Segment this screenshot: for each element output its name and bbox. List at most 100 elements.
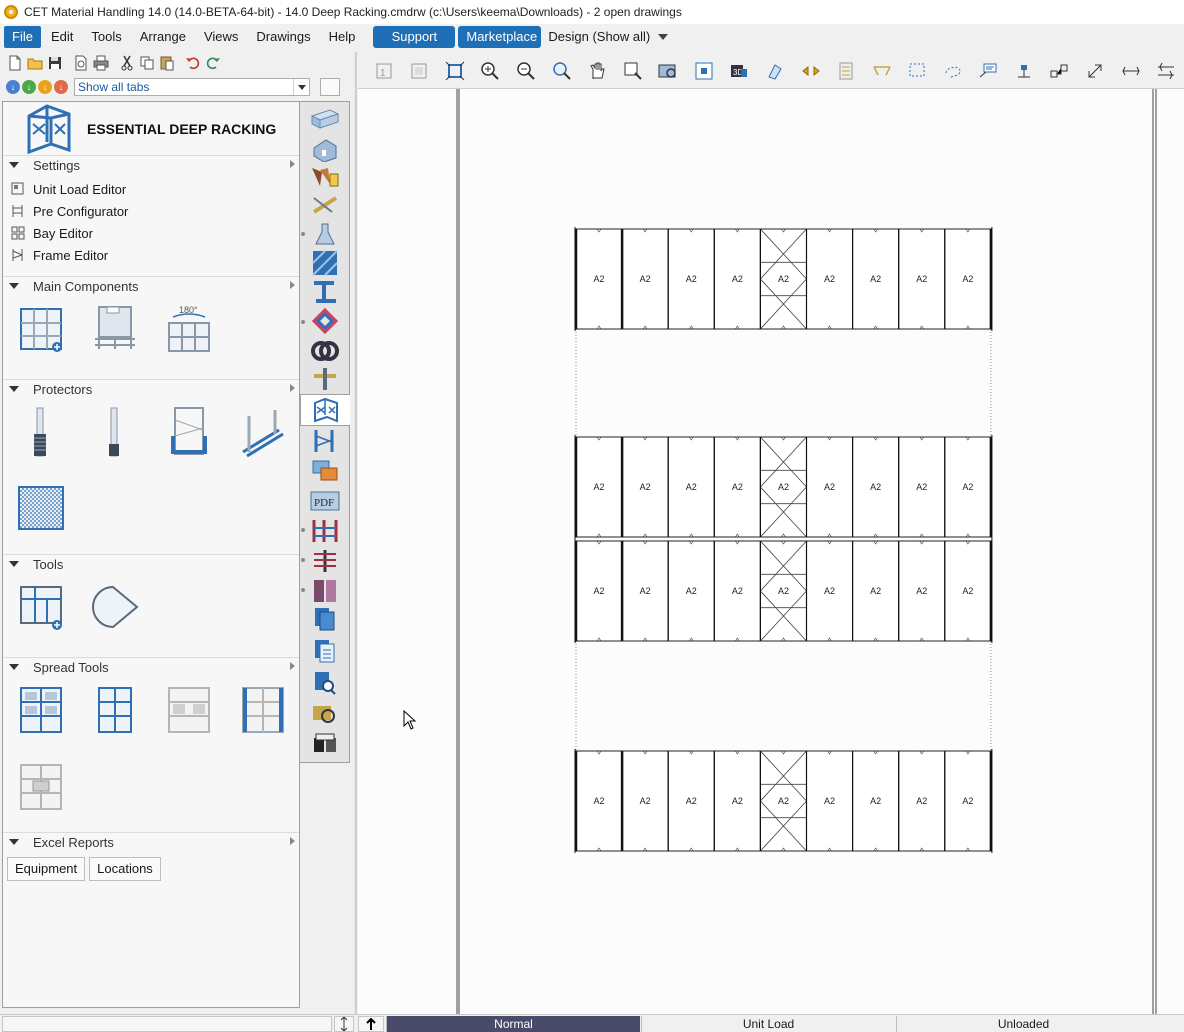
resize-vertical-icon[interactable]	[334, 1016, 354, 1032]
tree-view-icon[interactable]	[320, 78, 340, 96]
mesh-panel-icon[interactable]	[17, 483, 65, 535]
status-load-state[interactable]: Unloaded	[896, 1016, 1150, 1032]
shape-tool-icon[interactable]	[91, 581, 139, 633]
connect-icon[interactable]	[1042, 56, 1078, 86]
tab-images-icon[interactable]	[304, 456, 346, 486]
section-spread-tools[interactable]: Spread Tools	[3, 658, 299, 676]
pan-icon[interactable]	[579, 56, 615, 86]
align-icon[interactable]	[1006, 56, 1042, 86]
menu-file[interactable]: File	[4, 26, 41, 48]
upright-protector-icon[interactable]	[17, 406, 65, 458]
stretch-icon[interactable]	[1113, 56, 1149, 86]
tab-doors-icon[interactable]	[304, 576, 346, 606]
tabs-filter-select[interactable]: Show all tabs	[74, 78, 310, 96]
unit-load-editor-item[interactable]: Unit Load Editor	[3, 178, 299, 200]
equipment-report-button[interactable]: Equipment	[7, 857, 86, 881]
new-file-icon[interactable]	[6, 54, 24, 72]
drawing-canvas[interactable]: A2 A2 A2 A2 A2 A2 A2 A2 A2 A2 A2 A2 A2 A2 A2 A2 A2 A2 A2 A2…	[358, 88, 1184, 1015]
tab-documents-icon[interactable]	[304, 604, 346, 634]
3d-view-icon[interactable]: 3D	[722, 56, 758, 86]
annotation-icon[interactable]	[971, 56, 1007, 86]
spread-frame-icon[interactable]	[239, 684, 287, 736]
section-tools[interactable]: Tools	[3, 555, 299, 573]
section-protectors[interactable]: Protectors	[3, 380, 299, 398]
tab-lab-icon[interactable]	[304, 220, 346, 250]
tab-pallet-rack-icon[interactable]	[304, 516, 346, 546]
tab-fixture-icon[interactable]	[304, 364, 346, 394]
menu-views[interactable]: Views	[196, 26, 246, 48]
print-preview-icon[interactable]	[72, 54, 90, 72]
render-icon[interactable]	[757, 56, 793, 86]
lasso-select-icon[interactable]	[935, 56, 971, 86]
open-folder-icon[interactable]	[26, 54, 44, 72]
frame-editor-item[interactable]: Frame Editor	[3, 244, 299, 266]
dimension-icon[interactable]	[864, 56, 900, 86]
tab-inspect-icon[interactable]	[304, 700, 346, 730]
menu-tools[interactable]: Tools	[83, 26, 129, 48]
paste-icon[interactable]	[158, 54, 176, 72]
tab-search-docs-icon[interactable]	[304, 668, 346, 698]
spread-unit-load-icon[interactable]	[17, 761, 65, 813]
zoom-extents-icon[interactable]	[437, 56, 473, 86]
tab-pdf-icon[interactable]: PDF	[304, 486, 346, 516]
print-icon[interactable]	[92, 54, 110, 72]
pre-configurator-item[interactable]: Pre Configurator	[3, 200, 299, 222]
zoom-in-icon[interactable]	[473, 56, 509, 86]
save-icon[interactable]	[46, 54, 64, 72]
tab-connectors-icon[interactable]	[304, 306, 346, 336]
guard-rail-icon[interactable]	[239, 406, 287, 458]
zoom-selection-icon[interactable]	[615, 56, 651, 86]
tab-beam-icon[interactable]	[304, 278, 346, 308]
locations-report-button[interactable]: Locations	[89, 857, 161, 881]
arrow-up-icon[interactable]	[358, 1016, 384, 1032]
menu-edit[interactable]: Edit	[43, 26, 81, 48]
section-main-components[interactable]: Main Components	[3, 277, 299, 295]
copy-icon[interactable]	[138, 54, 156, 72]
tab-deep-racking-icon[interactable]	[300, 394, 350, 426]
tab-walls-icon[interactable]	[304, 104, 346, 134]
menu-help[interactable]: Help	[321, 26, 364, 48]
select-group-icon[interactable]	[402, 56, 438, 86]
tab-pattern-icon[interactable]	[304, 248, 346, 278]
status-mode[interactable]: Normal	[386, 1016, 640, 1032]
low-protector-icon[interactable]	[91, 406, 139, 458]
layout-tool-icon[interactable]	[17, 581, 65, 633]
frame-protector-icon[interactable]	[165, 406, 213, 458]
unit-load-component-icon[interactable]	[91, 303, 139, 355]
undo-icon[interactable]	[184, 54, 202, 72]
tab-view-icon[interactable]	[304, 730, 346, 760]
section-settings[interactable]: Settings	[3, 156, 299, 174]
menu-drawings[interactable]: Drawings	[248, 26, 318, 48]
zoom-out-icon[interactable]	[508, 56, 544, 86]
zoom-window-icon[interactable]	[544, 56, 580, 86]
rack-component-icon[interactable]	[17, 303, 65, 355]
spread-rack-icon[interactable]	[17, 684, 65, 736]
layers-icon[interactable]	[828, 56, 864, 86]
distribute-icon[interactable]	[1148, 56, 1184, 86]
support-button[interactable]: Support	[373, 26, 456, 48]
rectangle-select-icon[interactable]	[899, 56, 935, 86]
nav-down-orange-icon[interactable]: ↓	[38, 80, 52, 94]
spread-level-icon[interactable]	[165, 684, 213, 736]
cut-icon[interactable]	[118, 54, 136, 72]
camera-view-icon[interactable]	[651, 56, 687, 86]
measure-icon[interactable]	[793, 56, 829, 86]
nav-down-icon[interactable]: ↓	[6, 80, 20, 94]
bay-editor-item[interactable]: Bay Editor	[3, 222, 299, 244]
nav-down-red-icon[interactable]: ↓	[54, 80, 68, 94]
top-view-icon[interactable]	[686, 56, 722, 86]
nav-down-green-icon[interactable]: ↓	[22, 80, 36, 94]
design-mode-dropdown[interactable]: Design (Show all)	[544, 26, 672, 48]
status-unit-load[interactable]: Unit Load	[641, 1016, 895, 1032]
panel-splitter[interactable]	[354, 52, 357, 1014]
rotate-bay-icon[interactable]: 180°	[165, 303, 213, 355]
scale-icon[interactable]	[1077, 56, 1113, 86]
tab-building-icon[interactable]	[304, 134, 346, 164]
tab-cantilever-icon[interactable]	[304, 546, 346, 576]
tab-coil-icon[interactable]	[304, 336, 346, 366]
redo-icon[interactable]	[204, 54, 222, 72]
tab-shelving-icon[interactable]	[304, 426, 346, 456]
section-excel-reports[interactable]: Excel Reports	[3, 833, 299, 851]
menu-arrange[interactable]: Arrange	[132, 26, 194, 48]
spread-bay-icon[interactable]	[91, 684, 139, 736]
